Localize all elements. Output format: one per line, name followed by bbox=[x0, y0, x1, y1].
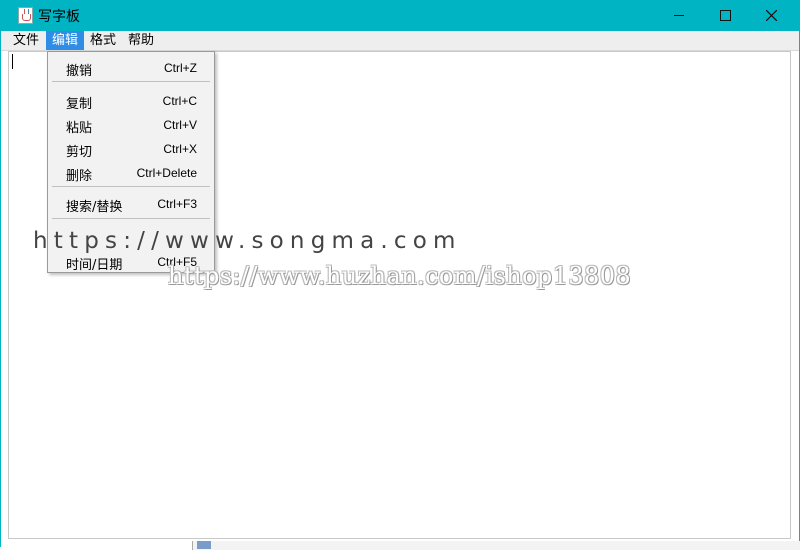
menu-item-undo[interactable]: 撤销 Ctrl+Z bbox=[49, 56, 213, 79]
java-app-icon bbox=[18, 7, 33, 24]
title-bar[interactable]: 写字板 bbox=[0, 0, 800, 31]
menu-separator bbox=[52, 218, 210, 219]
menu-item-label: 粘贴 bbox=[66, 121, 93, 136]
menu-item-cut[interactable]: 剪切 Ctrl+X bbox=[49, 137, 213, 160]
menu-item-label: 剪切 bbox=[66, 145, 93, 160]
menu-format[interactable]: 格式 bbox=[84, 31, 122, 50]
menu-separator bbox=[52, 186, 210, 187]
watermark-primary: https://www.songma.com bbox=[33, 228, 462, 254]
menu-item-shortcut: Ctrl+F3 bbox=[157, 197, 197, 211]
menu-item-search-replace[interactable]: 搜索/替换 Ctrl+F3 bbox=[49, 192, 213, 215]
menu-item-label: 删除 bbox=[66, 169, 93, 184]
menu-help[interactable]: 帮助 bbox=[122, 31, 160, 50]
background-line-marker bbox=[197, 541, 211, 549]
menu-item-label: 搜索/替换 bbox=[66, 200, 123, 215]
menu-item-paste[interactable]: 粘贴 Ctrl+V bbox=[49, 113, 213, 136]
text-caret bbox=[12, 54, 13, 69]
menu-item-shortcut: Ctrl+V bbox=[163, 118, 197, 132]
minimize-icon bbox=[674, 15, 684, 16]
menu-item-copy[interactable]: 复制 Ctrl+C bbox=[49, 89, 213, 112]
background-window-fragment bbox=[192, 541, 800, 550]
maximize-button[interactable] bbox=[702, 0, 748, 31]
maximize-icon bbox=[719, 10, 731, 21]
menu-item-label: 撤销 bbox=[66, 64, 93, 79]
menu-item-shortcut: Ctrl+X bbox=[163, 142, 197, 156]
menu-item-shortcut: Ctrl+Z bbox=[164, 61, 197, 75]
menu-item-label: 复制 bbox=[66, 97, 93, 112]
menu-file[interactable]: 文件 bbox=[7, 31, 45, 50]
close-button[interactable] bbox=[748, 0, 794, 31]
menu-item-delete[interactable]: 删除 Ctrl+Delete bbox=[49, 161, 213, 184]
watermark-secondary: https://www.huzhan.com/ishop13808 bbox=[168, 262, 632, 290]
menu-item-label: 时间/日期 bbox=[66, 258, 123, 273]
menu-item-shortcut: Ctrl+C bbox=[162, 94, 197, 108]
menu-item-shortcut: Ctrl+Delete bbox=[136, 166, 197, 180]
menu-bar: 文件 编辑 格式 帮助 bbox=[1, 31, 799, 51]
minimize-button[interactable] bbox=[656, 0, 702, 31]
menu-separator bbox=[52, 81, 210, 82]
window-title: 写字板 bbox=[38, 9, 80, 25]
menu-edit[interactable]: 编辑 bbox=[46, 31, 85, 50]
close-icon bbox=[765, 10, 777, 21]
